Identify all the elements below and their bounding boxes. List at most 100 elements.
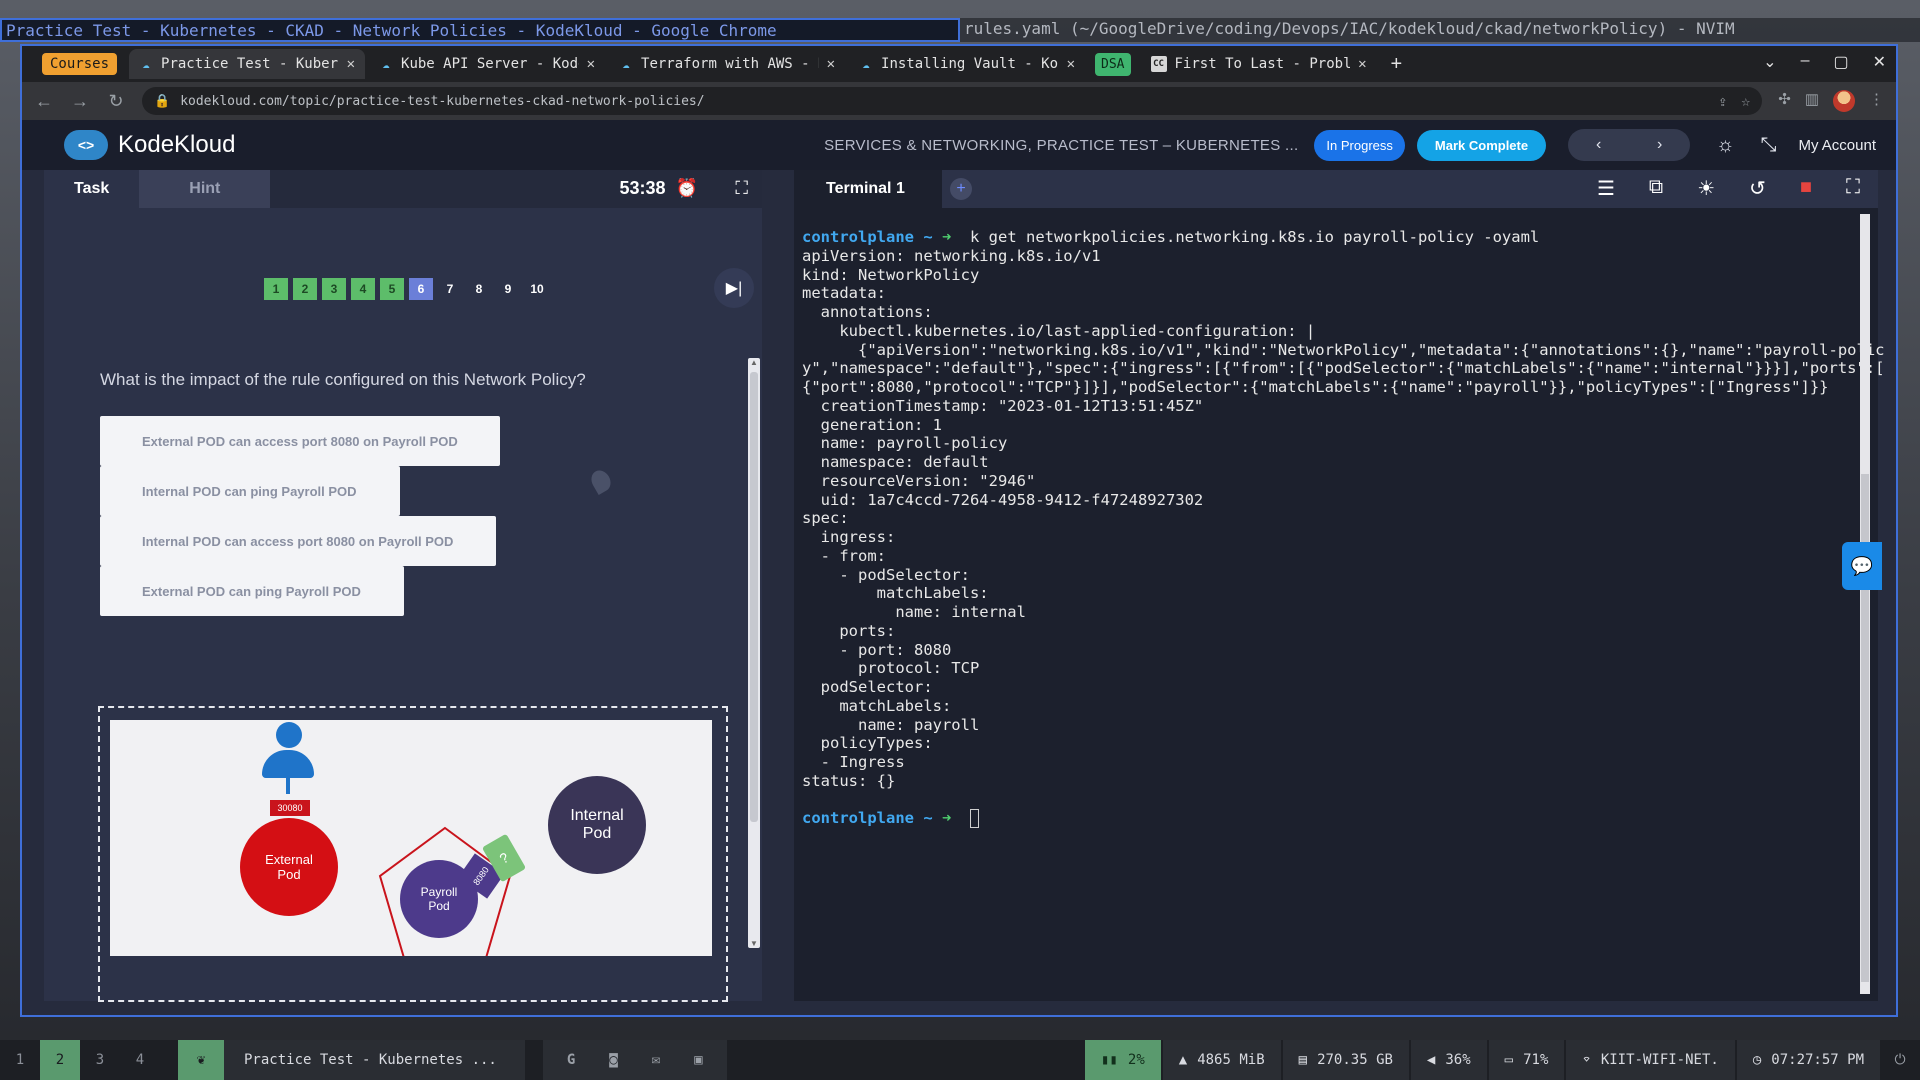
telegram-icon[interactable]: ▣ bbox=[694, 1052, 702, 1068]
question-number-9[interactable]: 9 bbox=[496, 278, 520, 300]
terminal-line: matchLabels: bbox=[802, 584, 989, 603]
in-progress-button[interactable]: In Progress bbox=[1314, 129, 1405, 161]
terminal-line: ingress: bbox=[802, 528, 896, 546]
terminal-line: status: {} bbox=[802, 771, 896, 790]
question-number-10[interactable]: 10 bbox=[525, 278, 549, 300]
terminal-line: ports: bbox=[802, 621, 896, 640]
tab-close-icon[interactable]: ✕ bbox=[587, 56, 595, 72]
mark-complete-button[interactable]: Mark Complete bbox=[1416, 129, 1547, 161]
tab-practice-test[interactable]: ☁ Practice Test - Kuberr ✕ bbox=[129, 49, 366, 79]
new-tab-plus-icon[interactable]: + bbox=[1381, 53, 1413, 76]
url-field[interactable]: 🔒 kodekloud.com/topic/practice-test-kube… bbox=[142, 87, 1763, 115]
answer-option-3[interactable]: Internal POD can access port 8080 on Pay… bbox=[100, 516, 496, 566]
reload-icon[interactable]: ↻ bbox=[106, 91, 126, 112]
external-pod-line1: External bbox=[265, 852, 313, 867]
my-account-link[interactable]: My Account bbox=[1798, 137, 1876, 154]
skip-next-icon[interactable]: ▶| bbox=[714, 268, 754, 308]
focused-window-title[interactable]: ❦ Practice Test - Kubernetes ... bbox=[178, 1040, 525, 1080]
question-number-5[interactable]: 5 bbox=[380, 278, 404, 300]
fullscreen-icon[interactable]: ⛶ bbox=[735, 178, 748, 199]
tab-close-icon[interactable]: ✕ bbox=[1067, 56, 1075, 72]
tab-first-to-last[interactable]: CC First To Last - Proble ✕ bbox=[1141, 49, 1377, 79]
open-external-icon[interactable]: ⧉ bbox=[1649, 176, 1663, 201]
terminal-fullscreen-icon[interactable]: ⛶ bbox=[1846, 176, 1860, 201]
maximize-icon[interactable]: ▢ bbox=[1833, 52, 1848, 72]
task-panel: Task Hint 53:38 ⏰ ⛶ 1 2 3 4 5 6 7 8 9 10 ▶| What … bbox=[44, 170, 762, 1002]
wm-title-nvim[interactable]: rules.yaml (~/GoogleDrive/coding/Devops/… bbox=[960, 18, 1920, 42]
collapse-arrows-icon[interactable]: ⤡ bbox=[1760, 134, 1776, 157]
tab-hint[interactable]: Hint bbox=[139, 170, 271, 208]
question-number-7[interactable]: 7 bbox=[438, 278, 462, 300]
power-icon[interactable]: ⏻ bbox=[1880, 1052, 1920, 1068]
tab-terraform-aws[interactable]: ☁ Terraform with AWS - K ✕ bbox=[609, 49, 845, 79]
terminal-output[interactable]: controlplane ~ ➜ k get networkpolicies.n… bbox=[802, 228, 1885, 829]
tab-close-icon[interactable]: ✕ bbox=[1358, 56, 1366, 72]
tab-kube-api-server[interactable]: ☁ Kube API Server - Kode ✕ bbox=[369, 49, 605, 79]
workspace-2[interactable]: 2 bbox=[40, 1040, 80, 1080]
tab-terminal-1[interactable]: Terminal 1 bbox=[794, 170, 942, 208]
dsa-tab-group[interactable]: DSA bbox=[1095, 52, 1131, 76]
answer-option-4[interactable]: External POD can ping Payroll POD bbox=[100, 566, 404, 616]
scroll-up-icon[interactable]: ▲ bbox=[748, 358, 760, 367]
disk-value: 270.35 GB bbox=[1317, 1052, 1393, 1068]
course-title: SERVICES & NETWORKING, PRACTICE TEST – K… bbox=[824, 136, 1299, 154]
tab-close-icon[interactable]: ✕ bbox=[347, 56, 355, 72]
google-icon[interactable]: G bbox=[567, 1052, 575, 1068]
kodekloud-favicon-icon: ☁ bbox=[862, 57, 870, 71]
tab-label: Terraform with AWS - K bbox=[641, 56, 819, 72]
courses-bookmark[interactable]: Courses bbox=[42, 53, 118, 75]
brightness-icon[interactable]: ☀ bbox=[1697, 176, 1715, 201]
wifi[interactable]: ⌔ KIIT-WIFI-NET. bbox=[1564, 1040, 1735, 1080]
kodekloud-logo[interactable]: <> KodeKloud bbox=[64, 130, 235, 160]
internal-pod-line1: Internal bbox=[570, 807, 624, 824]
share-icon[interactable]: ⇪ bbox=[1718, 92, 1727, 110]
prev-lesson-chevron-icon[interactable]: ‹ bbox=[1596, 136, 1601, 154]
tab-close-icon[interactable]: ✕ bbox=[827, 56, 835, 72]
side-panel-icon[interactable]: ▥ bbox=[1805, 90, 1819, 112]
question-number-2[interactable]: 2 bbox=[293, 278, 317, 300]
bookmark-star-icon[interactable]: ☆ bbox=[1741, 92, 1750, 110]
minimize-icon[interactable]: – bbox=[1801, 52, 1810, 72]
history-icon[interactable]: ↺ bbox=[1749, 176, 1766, 201]
profile-avatar[interactable] bbox=[1833, 90, 1855, 112]
workspace-4[interactable]: 4 bbox=[120, 1040, 160, 1080]
chat-bubble-icon[interactable]: 💬 bbox=[1842, 542, 1882, 590]
answer-option-1[interactable]: External POD can access port 8080 on Pay… bbox=[100, 416, 500, 466]
tab-search-chevron-icon[interactable]: ⌄ bbox=[1763, 52, 1776, 72]
tab-installing-vault[interactable]: ☁ Installing Vault - Koc ✕ bbox=[849, 49, 1085, 79]
workspace-1[interactable]: 1 bbox=[0, 1040, 40, 1080]
tab-task[interactable]: Task bbox=[44, 170, 140, 208]
extensions-puzzle-icon[interactable]: ✣ bbox=[1778, 90, 1791, 112]
task-scrollbar[interactable]: ▲ ▼ bbox=[748, 358, 760, 948]
question-number-6[interactable]: 6 bbox=[409, 278, 433, 300]
chrome-menu-icon[interactable]: ⋮ bbox=[1869, 90, 1884, 112]
close-window-icon[interactable]: ✕ bbox=[1873, 52, 1886, 72]
next-lesson-chevron-icon[interactable]: › bbox=[1657, 136, 1662, 154]
discord-icon[interactable]: ◙ bbox=[609, 1052, 617, 1068]
back-arrow-icon[interactable]: ← bbox=[34, 91, 54, 112]
question-number-4[interactable]: 4 bbox=[351, 278, 375, 300]
question-number-3[interactable]: 3 bbox=[322, 278, 346, 300]
tab-label: First To Last - Proble bbox=[1174, 56, 1351, 72]
wm-title-chrome[interactable]: Practice Test - Kubernetes - CKAD - Netw… bbox=[0, 18, 960, 42]
scroll-down-icon[interactable]: ▼ bbox=[748, 939, 760, 948]
terminal-toolbar: ☰ ⧉ ☀ ↺ ■ ⛶ bbox=[1597, 176, 1860, 201]
question-number-8[interactable]: 8 bbox=[467, 278, 491, 300]
cpu-chart-icon: ▮▮ bbox=[1101, 1052, 1118, 1068]
volume[interactable]: ◀ 36% bbox=[1408, 1040, 1487, 1080]
app-header: <> KodeKloud SERVICES & NETWORKING, PRAC… bbox=[22, 120, 1896, 170]
add-terminal-plus-icon[interactable]: + bbox=[950, 178, 972, 200]
answer-option-2[interactable]: Internal POD can ping Payroll POD bbox=[100, 466, 400, 516]
hamburger-menu-icon[interactable]: ☰ bbox=[1597, 176, 1615, 201]
terminal-panel: Terminal 1 + ☰ ⧉ ☀ ↺ ■ ⛶ controlplane ~ … bbox=[794, 170, 1885, 1001]
theme-sun-icon[interactable]: ☼ bbox=[1716, 134, 1734, 157]
workspace-3[interactable]: 3 bbox=[80, 1040, 120, 1080]
terminal-scrollbar[interactable] bbox=[1860, 214, 1870, 994]
forward-arrow-icon[interactable]: → bbox=[70, 91, 90, 112]
scroll-thumb[interactable] bbox=[750, 372, 758, 822]
stop-square-icon[interactable]: ■ bbox=[1800, 176, 1812, 201]
lesson-nav: ‹ › bbox=[1568, 129, 1691, 161]
battery-value: 71% bbox=[1523, 1052, 1549, 1068]
question-number-1[interactable]: 1 bbox=[264, 278, 288, 300]
mail-icon[interactable]: ✉ bbox=[652, 1052, 660, 1068]
